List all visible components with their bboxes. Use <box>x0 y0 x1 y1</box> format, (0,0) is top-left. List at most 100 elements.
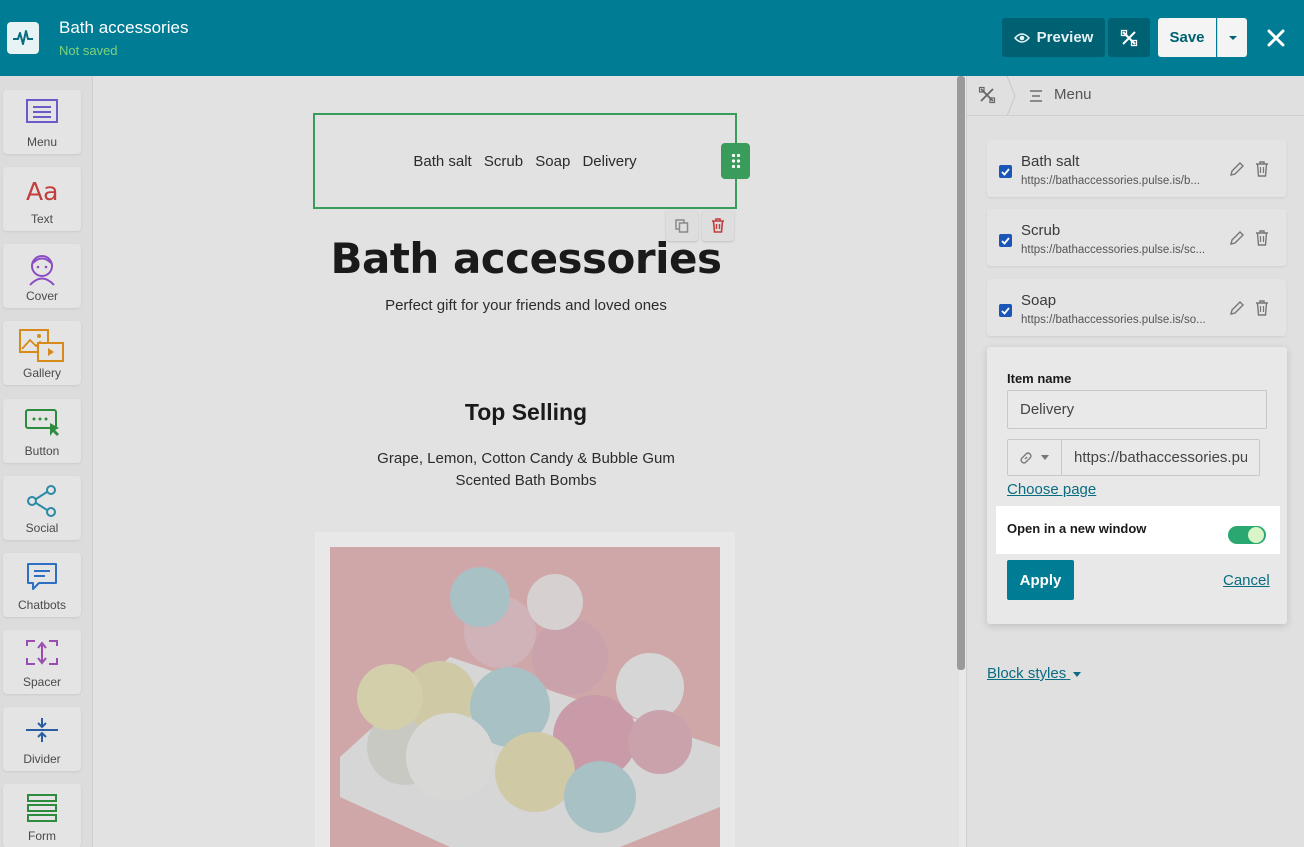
tool-form[interactable]: Form <box>3 784 81 847</box>
item-checkbox[interactable] <box>999 165 1012 178</box>
tool-label: Button <box>24 444 60 458</box>
tool-text[interactable]: Aa Text <box>3 167 81 231</box>
breadcrumb-current: Menu <box>1054 86 1092 103</box>
trash-icon[interactable] <box>1255 300 1269 316</box>
menu-link[interactable]: Delivery <box>582 153 636 170</box>
close-icon <box>1267 29 1285 47</box>
tools-icon <box>1120 29 1138 46</box>
edit-menu-item-popup: Item name Choose page Apply Cancel <box>987 347 1287 624</box>
button-icon <box>25 409 59 436</box>
pencil-icon[interactable] <box>1229 230 1245 246</box>
save-status: Not saved <box>59 43 118 58</box>
item-name: Bath salt <box>1021 153 1080 170</box>
tool-button[interactable]: Button <box>3 399 81 463</box>
item-checkbox[interactable] <box>999 304 1012 317</box>
pencil-icon[interactable] <box>1229 161 1245 177</box>
preview-label: Preview <box>1036 29 1094 46</box>
chevron-right-icon <box>1006 76 1016 116</box>
tool-divider[interactable]: Divider <box>3 707 81 771</box>
menu-item-row[interactable]: Scrub https://bathaccessories.pulse.is/s… <box>987 209 1286 266</box>
url-input[interactable] <box>1061 439 1260 476</box>
apply-button[interactable]: Apply <box>1007 560 1074 600</box>
gallery-icon <box>19 329 64 362</box>
trash-icon[interactable] <box>1255 161 1269 177</box>
trash-icon[interactable] <box>1255 230 1269 246</box>
menu-link[interactable]: Scrub <box>484 153 523 170</box>
social-icon <box>27 485 56 517</box>
tool-label: Text <box>30 212 53 226</box>
block-toolbar: Menu Aa Text Cover Gallery Button Social… <box>0 76 93 847</box>
close-button[interactable] <box>1262 24 1290 52</box>
menu-link[interactable]: Soap <box>535 153 570 170</box>
trash-icon <box>712 218 724 233</box>
menu-lines-icon <box>1030 90 1042 102</box>
pencil-icon[interactable] <box>1229 300 1245 316</box>
tool-label: Spacer <box>22 675 62 689</box>
section-title: Top Selling <box>464 399 588 425</box>
menu-block[interactable]: Bath salt Scrub Soap Delivery <box>313 113 737 209</box>
section-description: Grape, Lemon, Cotton Candy & Bubble Gum … <box>93 448 959 492</box>
tool-chatbots[interactable]: Chatbots <box>3 553 81 617</box>
divider-icon <box>26 718 58 742</box>
spacer-icon <box>26 640 58 665</box>
menu-item-row[interactable]: Soap https://bathaccessories.pulse.is/so… <box>987 279 1286 336</box>
tool-label: Cover <box>25 289 58 303</box>
item-name-input[interactable] <box>1007 390 1267 429</box>
tool-spacer[interactable]: Spacer <box>3 630 81 694</box>
choose-page-link[interactable]: Choose page <box>1007 481 1096 498</box>
design-tools-button[interactable] <box>1108 18 1150 57</box>
pulse-logo-icon[interactable] <box>7 22 39 54</box>
check-icon <box>1001 167 1010 176</box>
section-description-line: Grape, Lemon, Cotton Candy & Bubble Gum <box>377 450 675 467</box>
chatbots-icon <box>27 563 57 590</box>
tool-label: Divider <box>23 752 61 766</box>
check-icon <box>1001 306 1010 315</box>
save-button[interactable]: Save <box>1158 18 1216 57</box>
caret-down-icon <box>1041 455 1049 460</box>
menu-items: Bath salt Scrub Soap Delivery <box>315 153 735 170</box>
menu-link[interactable]: Bath salt <box>413 153 471 170</box>
item-checkbox[interactable] <box>999 234 1012 247</box>
new-window-option: Open in a new window <box>996 506 1280 554</box>
item-name: Soap <box>1021 292 1057 309</box>
image-block[interactable] <box>315 532 735 847</box>
new-window-toggle[interactable] <box>1228 526 1266 544</box>
item-url: https://bathaccessories.pulse.is/b... <box>1021 175 1200 187</box>
caret-down-icon <box>1073 671 1082 677</box>
copy-icon <box>675 218 689 233</box>
cancel-link[interactable]: Cancel <box>1223 572 1270 589</box>
breadcrumb: Menu <box>967 76 1304 116</box>
editor-canvas: Bath salt Scrub Soap Delivery Bath acces… <box>93 76 965 847</box>
tool-menu[interactable]: Menu <box>3 90 81 154</box>
preview-button[interactable]: Preview <box>1002 18 1105 57</box>
eye-icon <box>1013 32 1030 43</box>
item-url: https://bathaccessories.pulse.is/so... <box>1021 314 1206 326</box>
menu-item-row[interactable]: Bath salt https://bathaccessories.pulse.… <box>987 140 1286 197</box>
page-subtitle: Perfect gift for your friends and loved … <box>385 297 667 314</box>
tool-gallery[interactable]: Gallery <box>3 321 81 385</box>
grip-icon <box>731 153 740 169</box>
drag-handle[interactable] <box>721 143 750 179</box>
tool-label: Chatbots <box>17 598 67 612</box>
canvas-scrollbar[interactable] <box>957 76 965 670</box>
tool-cover[interactable]: Cover <box>3 244 81 308</box>
check-icon <box>1001 236 1010 245</box>
save-options-button[interactable] <box>1217 18 1247 57</box>
tool-label: Form <box>28 829 56 843</box>
tool-label: Menu <box>26 135 58 149</box>
page-title: Bath accessories <box>330 234 722 283</box>
bath-bombs-image <box>330 547 720 847</box>
item-name: Scrub <box>1021 222 1061 239</box>
design-tools-icon[interactable] <box>978 86 996 104</box>
cover-icon <box>29 255 55 286</box>
svg-text:Aa: Aa <box>26 177 58 205</box>
block-styles-link[interactable]: Block styles <box>987 665 1082 682</box>
link-type-select[interactable] <box>1007 439 1062 476</box>
text-icon: Aa <box>26 177 58 205</box>
block-styles-label: Block styles <box>987 665 1067 682</box>
caret-down-icon <box>1228 35 1237 40</box>
form-icon <box>27 794 57 822</box>
item-url: https://bathaccessories.pulse.is/sc... <box>1021 244 1206 256</box>
tool-label: Gallery <box>22 366 61 380</box>
tool-social[interactable]: Social <box>3 476 81 540</box>
